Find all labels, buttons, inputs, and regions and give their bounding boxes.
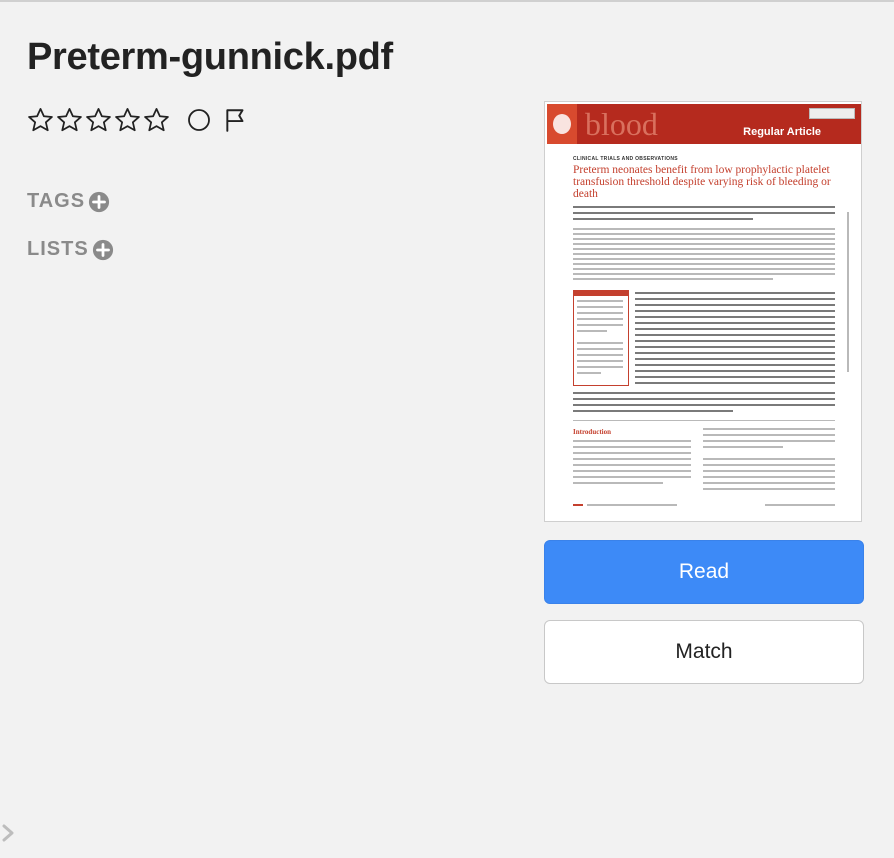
text-line bbox=[573, 440, 691, 442]
text-line bbox=[635, 358, 835, 360]
text-line bbox=[635, 304, 835, 306]
text-line bbox=[635, 334, 835, 336]
text-line bbox=[573, 263, 835, 265]
text-line bbox=[635, 346, 835, 348]
text-line bbox=[577, 318, 623, 320]
rating-row bbox=[26, 106, 249, 134]
document-thumbnail[interactable]: blood Regular Article CLINICAL TRIALS AN… bbox=[544, 101, 862, 522]
text-line bbox=[577, 372, 601, 374]
text-line bbox=[703, 476, 835, 478]
text-line bbox=[573, 446, 691, 448]
text-line bbox=[573, 253, 835, 255]
tags-label: TAGS bbox=[27, 190, 86, 212]
text-line bbox=[577, 348, 623, 350]
star-icon[interactable] bbox=[142, 106, 171, 134]
text-line bbox=[703, 488, 835, 490]
text-line bbox=[573, 243, 835, 245]
text-line bbox=[577, 312, 623, 314]
divider-line bbox=[573, 420, 835, 421]
text-line bbox=[703, 458, 835, 460]
chevron-right-icon[interactable] bbox=[0, 822, 18, 844]
lists-row: LISTS bbox=[27, 238, 114, 261]
star-icon[interactable] bbox=[26, 106, 55, 134]
read-button[interactable]: Read bbox=[544, 540, 864, 604]
text-line bbox=[577, 360, 623, 362]
text-line bbox=[703, 464, 835, 466]
star-icon[interactable] bbox=[55, 106, 84, 134]
text-line bbox=[573, 458, 691, 460]
text-line bbox=[577, 324, 623, 326]
check-updates-badge bbox=[809, 108, 855, 119]
match-button[interactable]: Match bbox=[544, 620, 864, 684]
star-icon[interactable] bbox=[113, 106, 142, 134]
text-line bbox=[573, 212, 835, 214]
text-line bbox=[577, 330, 607, 332]
circle-outline-icon[interactable] bbox=[187, 108, 211, 132]
text-line bbox=[703, 428, 835, 430]
text-line bbox=[635, 322, 835, 324]
text-line bbox=[577, 342, 623, 344]
journal-name: blood bbox=[585, 106, 658, 142]
text-line bbox=[573, 238, 835, 240]
text-line bbox=[573, 398, 835, 400]
footer-mark bbox=[573, 504, 583, 506]
article-title: Preterm neonates benefit from low prophy… bbox=[573, 164, 831, 200]
text-line bbox=[703, 434, 835, 436]
text-line bbox=[573, 482, 663, 484]
document-title: Preterm-gunnick.pdf bbox=[27, 36, 393, 78]
footer-line bbox=[765, 504, 835, 506]
text-line bbox=[635, 364, 835, 366]
lists-label: LISTS bbox=[27, 238, 89, 260]
text-line bbox=[573, 404, 835, 406]
key-points-header bbox=[574, 291, 628, 296]
article-category: CLINICAL TRIALS AND OBSERVATIONS bbox=[573, 156, 678, 162]
text-line bbox=[573, 228, 835, 230]
text-line bbox=[573, 273, 835, 275]
intro-heading: Introduction bbox=[573, 428, 611, 436]
text-line bbox=[573, 470, 691, 472]
text-line bbox=[573, 233, 835, 235]
vertical-side-text bbox=[847, 212, 849, 372]
add-list-plus-icon[interactable] bbox=[92, 239, 114, 261]
text-line bbox=[573, 410, 733, 412]
star-icon[interactable] bbox=[84, 106, 113, 134]
text-line bbox=[577, 300, 623, 302]
text-line bbox=[703, 470, 835, 472]
text-line bbox=[573, 218, 753, 220]
article-section: Regular Article bbox=[743, 126, 821, 138]
flag-icon[interactable] bbox=[223, 107, 249, 133]
text-line bbox=[573, 476, 691, 478]
text-line bbox=[703, 440, 835, 442]
top-divider bbox=[0, 0, 894, 2]
text-line bbox=[635, 316, 835, 318]
text-line bbox=[635, 370, 835, 372]
text-line bbox=[635, 292, 835, 294]
tags-row: TAGS bbox=[27, 190, 110, 213]
text-line bbox=[573, 278, 773, 280]
thumbnail-journal-header: blood Regular Article bbox=[547, 104, 861, 144]
text-line bbox=[577, 354, 623, 356]
text-line bbox=[573, 206, 835, 208]
add-tag-plus-icon[interactable] bbox=[88, 191, 110, 213]
text-line bbox=[573, 258, 835, 260]
text-line bbox=[635, 328, 835, 330]
footer-line bbox=[587, 504, 677, 506]
text-line bbox=[635, 298, 835, 300]
text-line bbox=[573, 464, 691, 466]
text-line bbox=[635, 382, 835, 384]
journal-logo bbox=[547, 104, 577, 144]
text-line bbox=[635, 340, 835, 342]
text-line bbox=[573, 452, 691, 454]
text-line bbox=[703, 446, 783, 448]
text-line bbox=[573, 248, 835, 250]
text-line bbox=[635, 376, 835, 378]
text-line bbox=[703, 482, 835, 484]
text-line bbox=[635, 352, 835, 354]
text-line bbox=[573, 392, 835, 394]
text-line bbox=[573, 268, 835, 270]
text-line bbox=[577, 306, 623, 308]
text-line bbox=[635, 310, 835, 312]
text-line bbox=[577, 366, 623, 368]
